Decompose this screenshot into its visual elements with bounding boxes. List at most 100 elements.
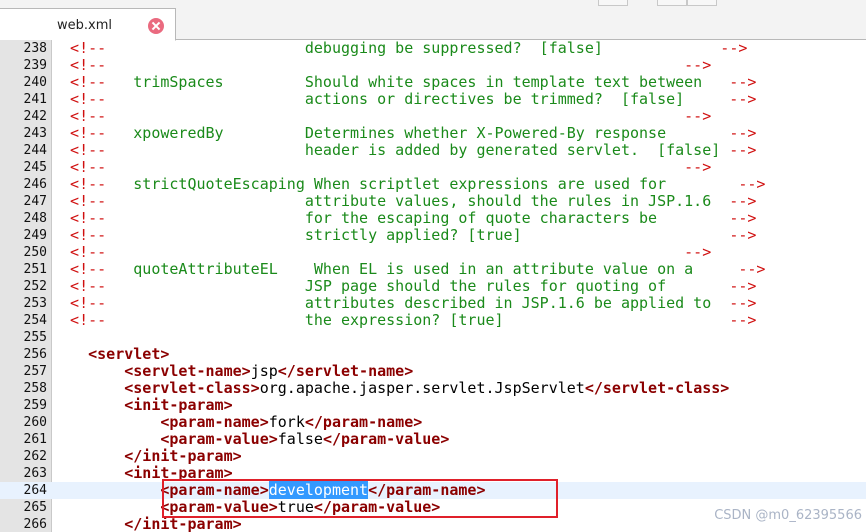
code-line[interactable]: 253 <!-- attributes described in JSP.1.6… bbox=[0, 295, 866, 312]
line-number: 248 bbox=[23, 211, 47, 226]
code-line[interactable]: 260 <param-name>fork</param-name> bbox=[0, 414, 866, 431]
code-token: </param-name> bbox=[304, 413, 423, 431]
code-token: </init-param> bbox=[124, 447, 242, 465]
line-number: 266 bbox=[23, 517, 47, 532]
code-line[interactable]: 247 <!-- attribute values, should the ru… bbox=[0, 193, 866, 210]
code-token: </servlet-name> bbox=[277, 362, 414, 380]
line-number: 264 bbox=[23, 483, 47, 498]
code-text: <!-- attribute values, should the rules … bbox=[52, 193, 756, 210]
code-token: strictly applied? [true] bbox=[106, 226, 522, 244]
code-text: </init-param> bbox=[52, 516, 241, 532]
code-token: <!-- bbox=[52, 90, 107, 108]
code-line[interactable]: 243 <!-- xpoweredBy Determines whether X… bbox=[0, 125, 866, 142]
line-number: 238 bbox=[23, 41, 47, 56]
code-line[interactable]: 241 <!-- actions or directives be trimme… bbox=[0, 91, 866, 108]
code-line[interactable]: 245 <!-- --> bbox=[0, 159, 866, 176]
line-number: 263 bbox=[23, 466, 47, 481]
code-token: --> bbox=[684, 90, 757, 108]
line-number: 243 bbox=[23, 126, 47, 141]
code-token: --> bbox=[693, 260, 766, 278]
code-token: --> bbox=[666, 124, 757, 142]
toolbar-button[interactable] bbox=[598, 0, 628, 6]
line-number: 250 bbox=[23, 245, 47, 260]
code-token: fork bbox=[268, 413, 305, 431]
code-line[interactable]: 242 <!-- --> bbox=[0, 108, 866, 125]
code-line[interactable]: 259 <init-param> bbox=[0, 397, 866, 414]
code-line[interactable]: 252 <!-- JSP page should the rules for q… bbox=[0, 278, 866, 295]
toolbar-button[interactable] bbox=[687, 0, 717, 6]
code-text: <!-- strictQuoteEscaping When scriptlet … bbox=[52, 176, 765, 193]
code-token: debugging be suppressed? [false] bbox=[106, 40, 603, 57]
code-token: org.apache.jasper.servlet.JspServlet bbox=[259, 379, 585, 397]
code-token: --> bbox=[720, 141, 757, 159]
code-token: JSP page should the rules for quoting of bbox=[106, 277, 667, 295]
code-text: <!-- --> bbox=[52, 57, 711, 74]
code-text: <!-- strictly applied? [true] --> bbox=[52, 227, 756, 244]
line-number: 257 bbox=[23, 364, 47, 379]
line-number: 245 bbox=[23, 160, 47, 175]
code-line[interactable]: 258 <servlet-class>org.apache.jasper.ser… bbox=[0, 380, 866, 397]
code-token: --> bbox=[702, 73, 757, 91]
code-token: <servlet-class> bbox=[124, 379, 260, 397]
tab-web-xml[interactable]: web.xml bbox=[0, 8, 176, 41]
code-line[interactable]: 261 <param-value>false</param-value> bbox=[0, 431, 866, 448]
code-line[interactable]: 257 <servlet-name>jsp</servlet-name> bbox=[0, 363, 866, 380]
code-line[interactable]: 249 <!-- strictly applied? [true] --> bbox=[0, 227, 866, 244]
code-text: <param-value>false</param-value> bbox=[52, 431, 449, 448]
code-line[interactable]: 255 bbox=[0, 329, 866, 346]
code-token: <servlet-name> bbox=[124, 362, 251, 380]
code-token: <!-- bbox=[52, 56, 107, 74]
line-number: 241 bbox=[23, 92, 47, 107]
code-token: the expression? [true] bbox=[106, 311, 504, 329]
code-line[interactable]: 251 <!-- quoteAttributeEL When EL is use… bbox=[0, 261, 866, 278]
line-number: 252 bbox=[23, 279, 47, 294]
code-text: <!-- attributes described in JSP.1.6 be … bbox=[52, 295, 756, 312]
line-number: 246 bbox=[23, 177, 47, 192]
code-line[interactable]: 250 <!-- --> bbox=[0, 244, 866, 261]
code-text: <!-- for the escaping of quote character… bbox=[52, 210, 756, 227]
code-line[interactable]: 238 <!-- debugging be suppressed? [false… bbox=[0, 40, 866, 57]
code-token: strictQuoteEscaping When scriptlet expre… bbox=[106, 175, 667, 193]
code-token: </servlet-class> bbox=[584, 379, 730, 397]
code-token: --> bbox=[711, 192, 757, 210]
code-text: <servlet-class>org.apache.jasper.servlet… bbox=[52, 380, 729, 397]
code-text: <!-- debugging be suppressed? [false] --… bbox=[52, 40, 747, 57]
code-line[interactable]: 244 <!-- header is added by generated se… bbox=[0, 142, 866, 159]
code-line[interactable]: 239 <!-- --> bbox=[0, 57, 866, 74]
code-token: xpoweredBy Determines whether X-Powered-… bbox=[106, 124, 667, 142]
code-token: <!-- bbox=[52, 243, 107, 261]
code-editor[interactable]: 238 <!-- debugging be suppressed? [false… bbox=[0, 40, 866, 532]
line-number: 249 bbox=[23, 228, 47, 243]
code-line[interactable]: 240 <!-- trimSpaces Should white spaces … bbox=[0, 74, 866, 91]
code-line[interactable]: 262 </init-param> bbox=[0, 448, 866, 465]
line-number: 260 bbox=[23, 415, 47, 430]
code-token: --> bbox=[711, 294, 757, 312]
code-token: <!-- bbox=[52, 260, 107, 278]
code-token: <init-param> bbox=[124, 396, 233, 414]
code-line[interactable]: 254 <!-- the expression? [true] --> bbox=[0, 312, 866, 329]
code-token: actions or directives be trimmed? [false… bbox=[106, 90, 685, 108]
code-token: --> bbox=[666, 175, 766, 193]
code-token: </param-value> bbox=[322, 430, 450, 448]
code-text: <!-- header is added by generated servle… bbox=[52, 142, 756, 159]
close-icon[interactable] bbox=[148, 18, 164, 34]
line-number: 247 bbox=[23, 194, 47, 209]
code-token: --> bbox=[521, 226, 757, 244]
line-number: 258 bbox=[23, 381, 47, 396]
toolbar-button[interactable] bbox=[657, 0, 687, 6]
code-line[interactable]: 248 <!-- for the escaping of quote chara… bbox=[0, 210, 866, 227]
code-token: for the escaping of quote characters be bbox=[106, 209, 658, 227]
code-line[interactable]: 256 <servlet> bbox=[0, 346, 866, 363]
code-text: <!-- actions or directives be trimmed? [… bbox=[52, 91, 756, 108]
code-token: <param-name> bbox=[160, 413, 269, 431]
code-line[interactable]: 246 <!-- strictQuoteEscaping When script… bbox=[0, 176, 866, 193]
code-token: <!-- bbox=[52, 73, 107, 91]
line-number: 262 bbox=[23, 449, 47, 464]
code-text: <!-- --> bbox=[52, 108, 711, 125]
line-number: 255 bbox=[23, 330, 47, 345]
